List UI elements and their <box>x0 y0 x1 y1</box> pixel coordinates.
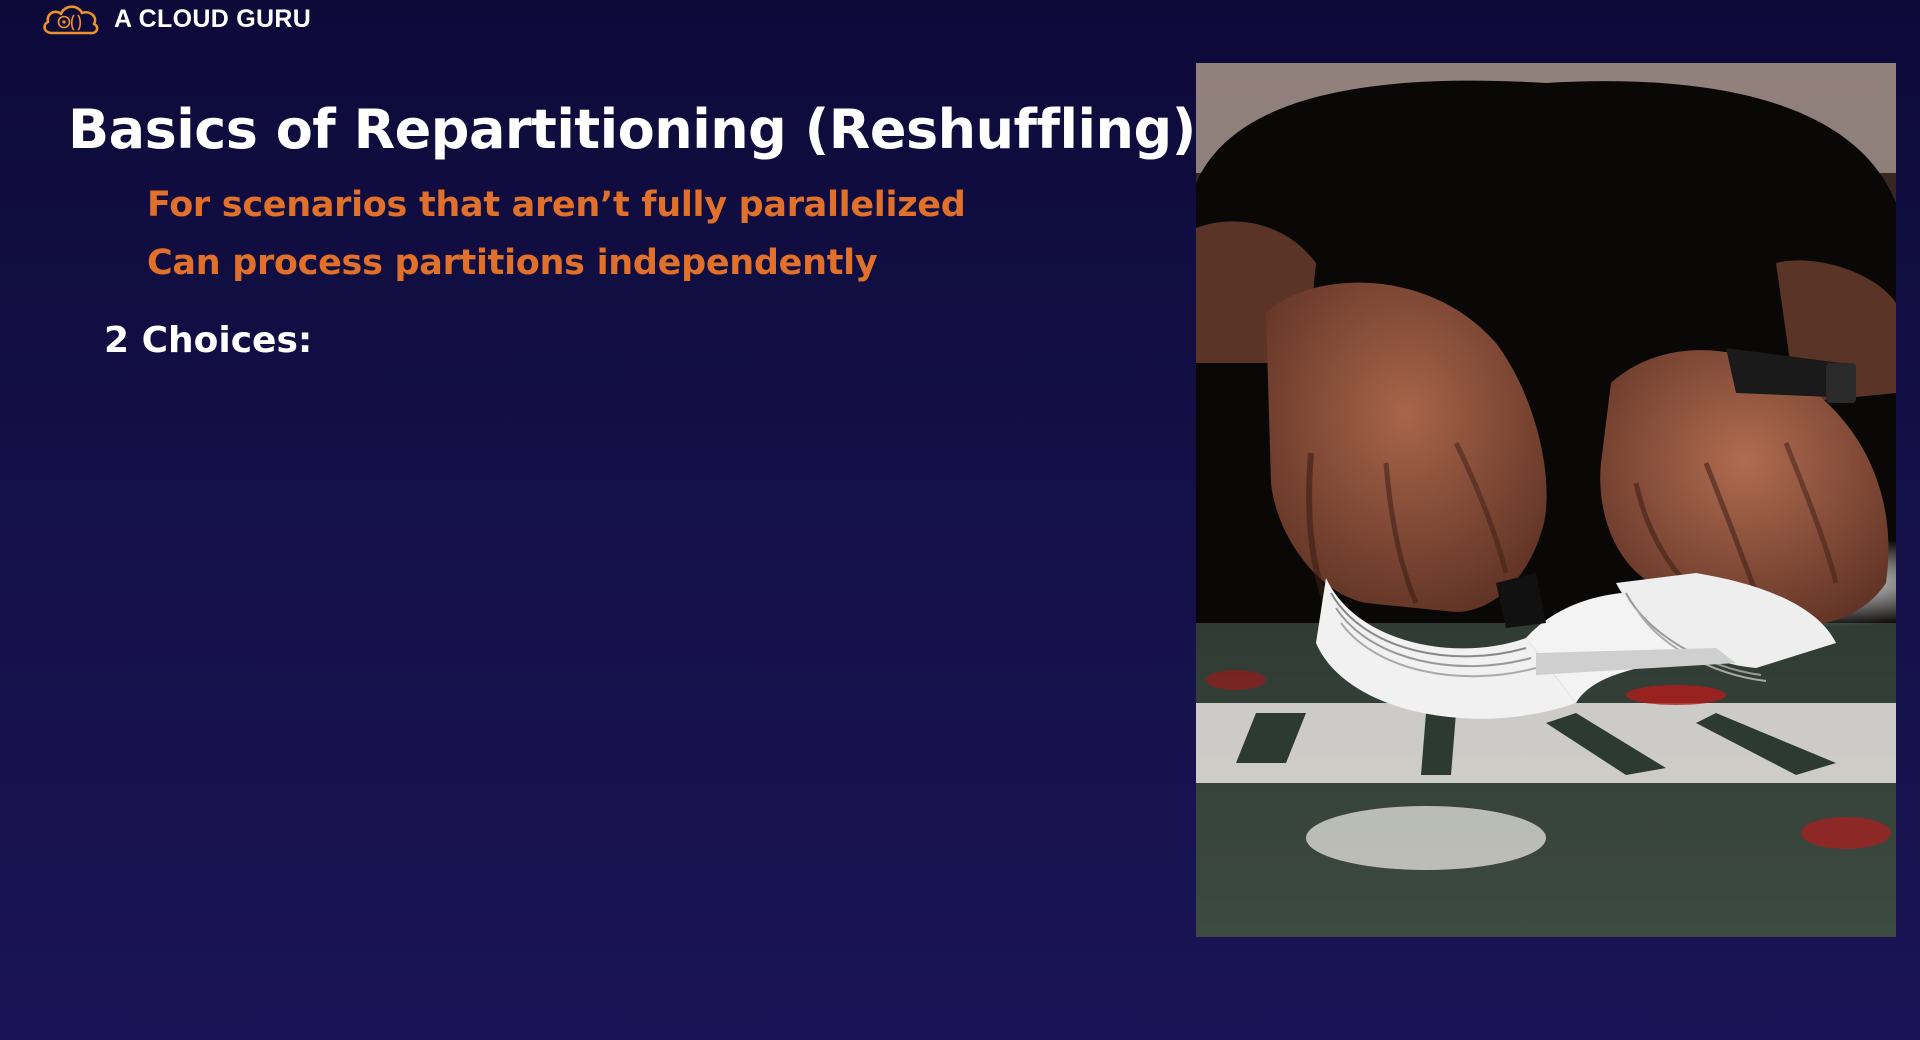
brand-name: A CLOUD GURU <box>114 4 312 33</box>
card-shuffle-illustration <box>1196 63 1896 937</box>
cloud-logo-icon <box>43 5 99 35</box>
bullet-item: For scenarios that aren’t fully parallel… <box>147 185 966 225</box>
bullet-list: For scenarios that aren’t fully parallel… <box>147 176 966 292</box>
slide-title: Basics of Repartitioning (Reshuffling) <box>68 98 1196 161</box>
bullet-item: Can process partitions independently <box>147 243 878 283</box>
card-shuffle-photo <box>1196 63 1896 937</box>
choices-label: 2 Choices: <box>104 320 313 361</box>
brand-header: A CLOUD GURU <box>40 0 311 38</box>
